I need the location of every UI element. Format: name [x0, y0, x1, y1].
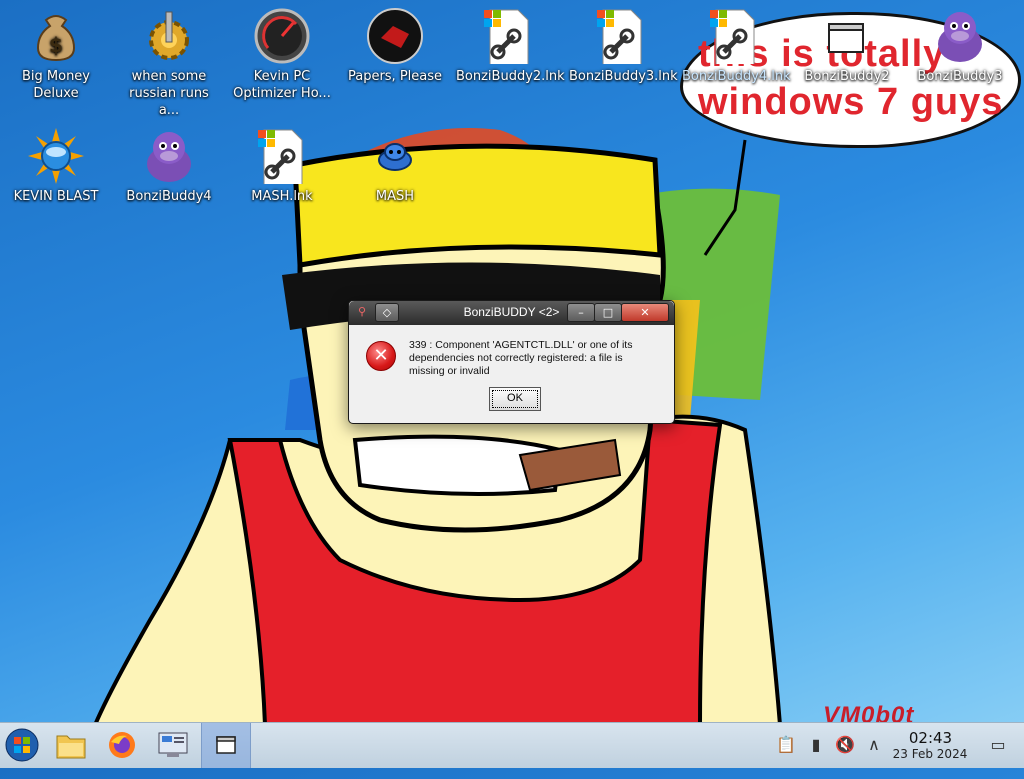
- clock-date[interactable]: 23 Feb 2024: [885, 747, 975, 761]
- desktop-icon-bonzibuddy4[interactable]: BonziBuddy4: [113, 120, 225, 205]
- desktop-icon-bonzibuddy4-lnk[interactable]: BonziBuddy4.lnk: [678, 0, 791, 85]
- icon-label: when some russian runs a...: [129, 69, 209, 118]
- error-icon: ✕: [366, 341, 396, 371]
- window-icon: [216, 736, 236, 754]
- taskbar: 📋 ▮ 🔇 ∧ 02:43 23 Feb 2024 ▭: [0, 722, 1024, 768]
- shortcut-file-icon: [480, 8, 536, 71]
- icon-label: MASH: [375, 189, 415, 204]
- icon-label: Big Money Deluxe: [21, 69, 90, 101]
- clock-time[interactable]: 02:43: [893, 729, 968, 747]
- maximize-button[interactable]: □: [594, 303, 622, 322]
- desktop-icon-when-some-russian[interactable]: when some russian runs a...: [113, 0, 225, 119]
- desktop-icon-bonzibuddy2[interactable]: BonziBuddy2: [791, 0, 903, 85]
- taskbar-window-bonzibuddy[interactable]: [201, 723, 251, 768]
- purple-gorilla-icon: [141, 128, 197, 184]
- icon-label: Kevin PC Optimizer Ho...: [233, 69, 331, 101]
- error-dialog: ⚲ ◇ BonziBUDDY <2> – □ ✕ ✕ 339 : Compone…: [348, 300, 675, 424]
- papers-please-icon: [367, 8, 423, 64]
- ok-button[interactable]: OK: [489, 387, 541, 411]
- icon-label: BonziBuddy4.lnk: [682, 69, 791, 84]
- control-panel-icon: [158, 732, 188, 757]
- shortcut-file-icon: [706, 8, 762, 71]
- dialog-body: ✕ 339 : Component 'AGENTCTL.DLL' or one …: [349, 325, 674, 423]
- desktop-icon-big-money-deluxe[interactable]: $ Big Money Deluxe: [0, 0, 112, 102]
- icon-label: BonziBuddy2: [804, 69, 890, 84]
- desktop-icon-mash[interactable]: MASH: [339, 120, 451, 205]
- desktop-icon-kevin-pc-optimizer[interactable]: Kevin PC Optimizer Ho...: [226, 0, 338, 102]
- firefox-icon: [109, 732, 135, 758]
- svg-text:$: $: [49, 33, 63, 57]
- money-bag-icon: $: [28, 8, 84, 64]
- desktop-icon-bonzibuddy3[interactable]: BonziBuddy3: [904, 0, 1016, 85]
- icon-label: KEVIN BLAST: [13, 189, 99, 204]
- desktop-icon-mash-lnk[interactable]: MASH.lnk: [226, 120, 338, 205]
- clipboard-tray-icon[interactable]: 📋: [776, 735, 796, 755]
- tray-expand-icon[interactable]: ∧: [864, 735, 884, 755]
- show-desktop-icon[interactable]: ▭: [988, 735, 1008, 755]
- taskbar-file-manager[interactable]: [47, 723, 95, 768]
- volume-muted-icon[interactable]: 🔇: [835, 735, 855, 755]
- dialog-titlebar[interactable]: ⚲ ◇ BonziBUDDY <2> – □ ✕: [349, 301, 674, 325]
- desktop-icon-kevin-blast[interactable]: KEVIN BLAST: [0, 120, 112, 205]
- icon-label: Papers, Please: [347, 69, 443, 84]
- desktop-icon-bonzibuddy2-lnk[interactable]: BonziBuddy2.lnk: [452, 0, 565, 85]
- close-button[interactable]: ✕: [621, 303, 669, 322]
- taskbar-firefox[interactable]: [98, 723, 146, 768]
- blue-character-icon: [367, 128, 423, 184]
- purple-gorilla-icon: [932, 8, 988, 64]
- start-orb-icon: [5, 728, 39, 762]
- gauge-icon: [254, 8, 310, 64]
- shortcut-file-icon: [593, 8, 649, 71]
- desktop-icon-bonzibuddy3-lnk[interactable]: BonziBuddy3.lnk: [565, 0, 678, 85]
- gear-icon: [141, 8, 197, 64]
- start-button[interactable]: [0, 723, 44, 768]
- icon-label: BonziBuddy3: [917, 69, 1003, 84]
- file-manager-icon: [56, 735, 86, 759]
- icon-label: BonziBuddy2.lnk: [456, 69, 565, 84]
- icon-label: MASH.lnk: [251, 189, 313, 204]
- shortcut-file-icon: [254, 128, 310, 191]
- icon-label: BonziBuddy3.lnk: [569, 69, 678, 84]
- error-message: 339 : Component 'AGENTCTL.DLL' or one of…: [409, 339, 633, 377]
- desktop-icon-papers-please[interactable]: Papers, Please: [339, 0, 451, 85]
- minimize-button[interactable]: –: [567, 303, 595, 322]
- battery-tray-icon[interactable]: ▮: [806, 735, 826, 755]
- icon-label: BonziBuddy4: [126, 189, 212, 204]
- window-icon: [819, 8, 875, 64]
- sun-globe-icon: [28, 128, 84, 184]
- taskbar-control-panel[interactable]: [149, 723, 197, 768]
